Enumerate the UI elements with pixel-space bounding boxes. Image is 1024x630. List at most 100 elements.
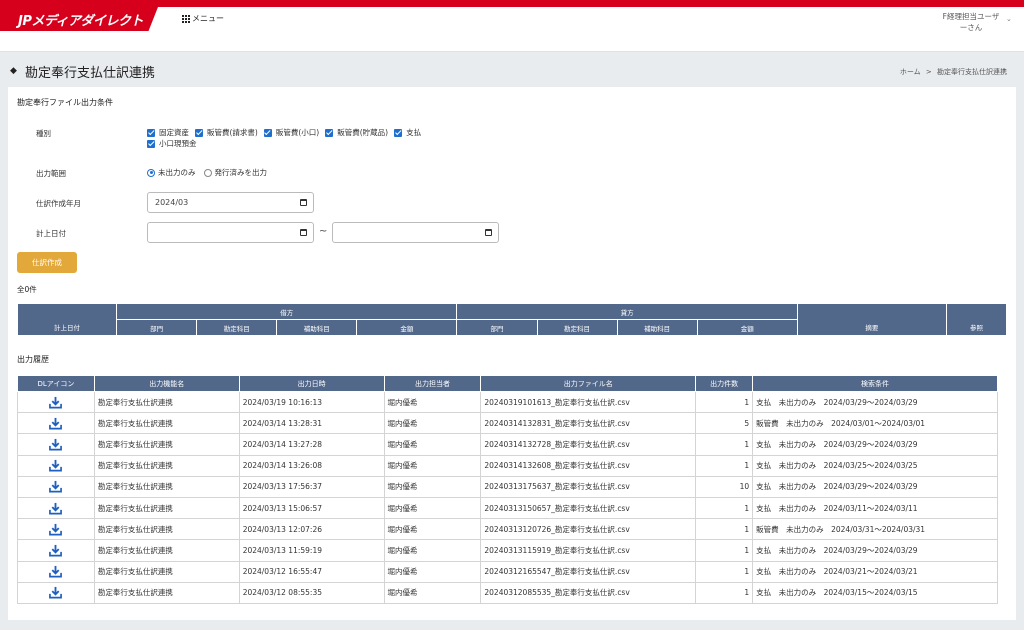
col-credit-subaccount: 補助科目 <box>616 319 698 336</box>
type-checkbox-petty-cash[interactable]: 小口現預金 <box>147 138 197 149</box>
download-icon[interactable] <box>49 438 63 451</box>
type-checkbox-fixed-assets[interactable]: 固定資産 <box>147 127 189 138</box>
download-cell <box>17 412 95 435</box>
radio-selected-icon <box>147 168 155 177</box>
calendar-icon[interactable] <box>300 199 307 206</box>
download-cell <box>17 560 95 583</box>
cell-count: 10 <box>695 475 754 498</box>
breadcrumb-separator: > <box>925 68 932 76</box>
range-label: 出力範囲 <box>36 169 66 178</box>
col-conditions: 検索条件 <box>752 375 998 392</box>
download-cell <box>17 433 95 456</box>
download-icon[interactable] <box>49 481 63 493</box>
cell-function: 勘定奉行支払仕訳連携 <box>93 475 240 498</box>
user-menu[interactable]: F経理担当ユーザ ーさん <box>938 11 1004 33</box>
cell-function: 勘定奉行支払仕訳連携 <box>93 390 240 414</box>
type-checkbox-label: 支払 <box>406 128 422 137</box>
table-row: 勘定奉行支払仕訳連携 2024/03/14 13:28:31 堀内優希 2024031… <box>17 412 998 435</box>
cell-function: 勘定奉行支払仕訳連携 <box>93 581 240 604</box>
month-input[interactable]: 2024/03 <box>147 192 314 213</box>
cell-user: 堀内優希 <box>383 496 482 520</box>
user-name-line2: ーさん <box>959 23 983 32</box>
cell-user: 堀内優希 <box>383 390 482 414</box>
download-icon[interactable] <box>49 523 63 536</box>
range-radio-issued[interactable]: 発行済みを出力 <box>203 167 267 178</box>
table-row: 勘定奉行支払仕訳連携 2024/03/19 10:16:13 堀内優希 2024031… <box>17 390 998 414</box>
col-user: 出力担当者 <box>383 375 482 392</box>
cell-function: 勘定奉行支払仕訳連携 <box>93 433 240 456</box>
calendar-icon[interactable] <box>300 229 307 236</box>
cell-datetime: 2024/03/14 13:28:31 <box>238 412 385 435</box>
history-section-title: 出力履歴 <box>17 355 49 364</box>
date-label: 計上日付 <box>36 229 66 238</box>
table-row: 勘定奉行支払仕訳連携 2024/03/14 13:26:08 堀内優希 2024031… <box>17 454 998 477</box>
cell-user: 堀内優希 <box>383 560 482 583</box>
history-table-body: 勘定奉行支払仕訳連携 2024/03/19 10:16:13 堀内優希 2024031… <box>17 390 998 604</box>
cell-count: 1 <box>695 518 754 541</box>
type-checkbox-row-2: 小口現預金 <box>147 138 203 149</box>
download-icon[interactable] <box>49 460 63 472</box>
history-table: DLアイコン 出力機能名 出力日時 出力担当者 出力ファイル名 出力件数 検索条… <box>17 375 998 604</box>
create-journal-button[interactable]: 仕訳作成 <box>17 252 77 273</box>
menu-button[interactable]: メニュー <box>182 13 224 24</box>
cell-filename: 20240312165547_勘定奉行支払仕訳.csv <box>480 560 697 583</box>
type-checkbox-sga-supplies[interactable]: 販管費(貯蔵品) <box>325 127 388 138</box>
breadcrumb-home[interactable]: ホーム <box>900 68 921 76</box>
type-label: 種別 <box>36 129 51 138</box>
date-from-input[interactable] <box>147 222 314 243</box>
date-to-input[interactable] <box>332 222 499 243</box>
download-icon[interactable] <box>49 502 63 514</box>
download-icon[interactable] <box>49 566 63 578</box>
cell-datetime: 2024/03/13 17:56:37 <box>238 475 385 498</box>
download-icon[interactable] <box>49 417 63 430</box>
cell-filename: 20240319101613_勘定奉行支払仕訳.csv <box>480 390 697 414</box>
breadcrumb: ホーム > 勘定奉行支払仕訳連携 <box>897 67 1007 77</box>
cell-filename: 20240314132608_勘定奉行支払仕訳.csv <box>480 454 697 477</box>
col-debit-amount: 金額 <box>356 319 458 336</box>
table-row: 勘定奉行支払仕訳連携 2024/03/13 11:59:19 堀内優希 2024031… <box>17 539 998 562</box>
checkbox-checked-icon <box>147 128 155 137</box>
cell-conditions: 支払 未出力のみ 2024/03/29～2024/03/29 <box>752 390 998 414</box>
chevron-down-icon[interactable]: ⌄ <box>1006 15 1012 23</box>
cell-conditions: 支払 未出力のみ 2024/03/29～2024/03/29 <box>752 475 998 498</box>
cell-conditions: 支払 未出力のみ 2024/03/11～2024/03/11 <box>752 496 998 520</box>
cell-count: 1 <box>695 390 754 414</box>
type-checkbox-label: 販管費(請求書) <box>207 128 258 137</box>
cell-filename: 20240313175637_勘定奉行支払仕訳.csv <box>480 475 697 498</box>
cell-filename: 20240313115919_勘定奉行支払仕訳.csv <box>480 539 697 562</box>
download-cell <box>17 390 95 414</box>
download-icon[interactable] <box>49 587 63 599</box>
cell-count: 1 <box>695 581 754 604</box>
top-accent-bar <box>0 0 1024 7</box>
table-row: 勘定奉行支払仕訳連携 2024/03/13 15:06:57 堀内優希 2024031… <box>17 496 998 520</box>
date-range-tilde: ~ <box>319 226 328 237</box>
cell-datetime: 2024/03/13 11:59:19 <box>238 539 385 562</box>
main-panel: 勘定奉行ファイル出力条件 種別 固定資産 販管費(請求書) 販管費(小口) 販管… <box>8 87 1016 620</box>
download-cell <box>17 496 95 520</box>
type-checkbox-sga-petty[interactable]: 販管費(小口) <box>263 127 319 138</box>
checkbox-checked-icon <box>195 128 203 137</box>
col-dl-icon: DLアイコン <box>17 375 95 392</box>
download-icon[interactable] <box>49 396 63 409</box>
type-checkbox-payment[interactable]: 支払 <box>394 127 421 138</box>
page-header: ◆ 勘定奉行支払仕訳連携 ホーム > 勘定奉行支払仕訳連携 <box>10 62 1010 81</box>
download-cell <box>17 475 95 498</box>
brand-logo[interactable]: JPメディアダイレクト <box>0 7 158 31</box>
cell-function: 勘定奉行支払仕訳連携 <box>93 539 240 562</box>
col-debit: 借方 <box>116 303 458 320</box>
calendar-icon[interactable] <box>485 229 492 236</box>
cell-filename: 20240313150657_勘定奉行支払仕訳.csv <box>480 496 697 520</box>
type-checkbox-sga-invoice[interactable]: 販管費(請求書) <box>195 127 258 138</box>
range-radio-unissued[interactable]: 未出力のみ <box>147 167 196 178</box>
cell-user: 堀内優希 <box>383 454 482 477</box>
col-debit-account: 勘定科目 <box>196 319 278 336</box>
download-cell <box>17 518 95 541</box>
download-cell <box>17 454 95 477</box>
table-row: 勘定奉行支払仕訳連携 2024/03/14 13:27:28 堀内優希 2024031… <box>17 433 998 456</box>
cell-conditions: 支払 未出力のみ 2024/03/29～2024/03/29 <box>752 433 998 456</box>
cell-user: 堀内優希 <box>383 518 482 541</box>
range-radio-group: 未出力のみ 発行済みを出力 <box>147 167 275 178</box>
cell-count: 1 <box>695 539 754 562</box>
download-icon[interactable] <box>49 544 63 557</box>
checkbox-checked-icon <box>147 139 155 148</box>
